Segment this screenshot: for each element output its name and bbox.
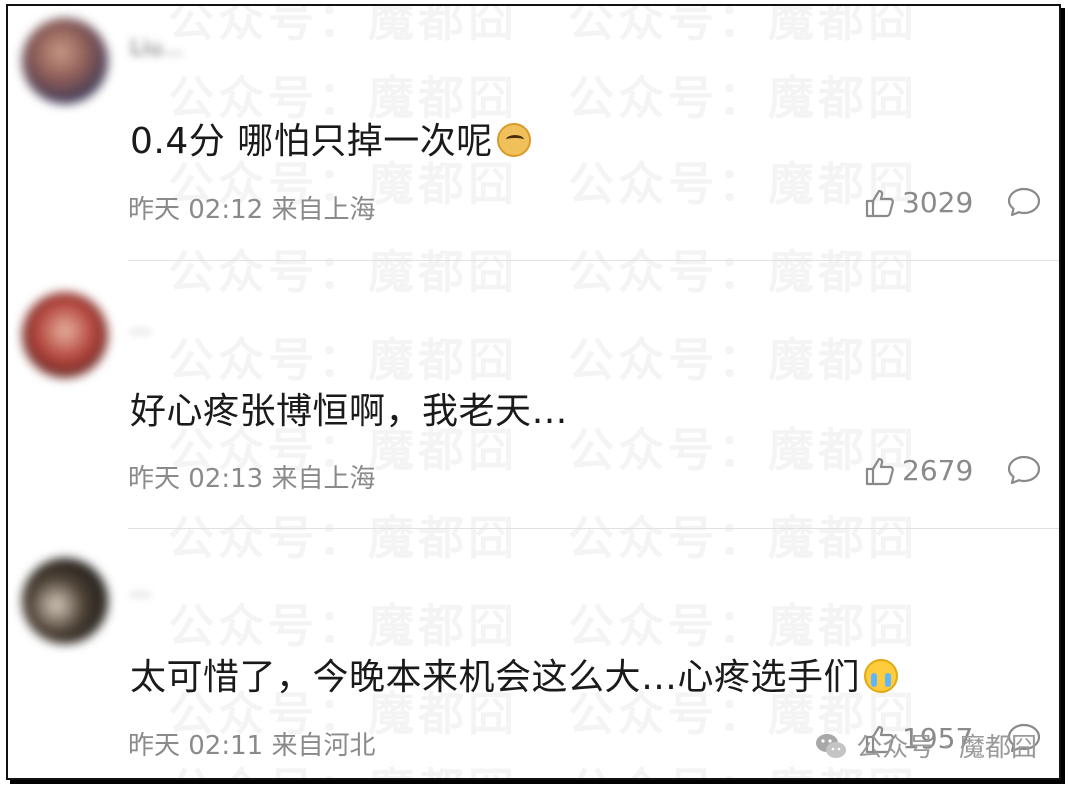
comment-meta: 昨天 02:13 来自上海 — [128, 458, 375, 495]
thumbs-up-icon — [865, 189, 894, 217]
reply-icon[interactable] — [1006, 186, 1042, 218]
divider — [128, 260, 1059, 261]
wechat-icon — [816, 733, 847, 758]
comment-text-content: 好心疼张博恒啊，我老天… — [130, 391, 569, 432]
comment-item: Liu... 0.4分 哪怕只掉一次呢 昨天 02:12 来自上海 3029 — [8, 6, 1059, 274]
reply-icon[interactable] — [1006, 454, 1042, 486]
username[interactable]: ... — [130, 577, 151, 602]
comment-time: 昨天 02:13 — [128, 464, 264, 494]
comment-text: 0.4分 哪怕只掉一次呢 — [130, 112, 531, 164]
thumbs-up-icon — [865, 457, 894, 485]
comment-time: 昨天 02:12 — [128, 195, 264, 225]
avatar[interactable] — [22, 558, 108, 644]
comment-location: 来自上海 — [271, 464, 376, 494]
avatar[interactable] — [22, 18, 108, 104]
comment-meta: 昨天 02:12 来自上海 — [128, 189, 375, 226]
comment-text: 好心疼张博恒啊，我老天… — [130, 382, 568, 434]
sad-dog-emoji-icon — [496, 123, 531, 157]
like-count: 2679 — [902, 454, 974, 487]
watermark-label: 公众号 · 魔都囧 — [856, 733, 1037, 763]
avatar[interactable] — [22, 292, 108, 378]
crying-emoji-icon — [864, 659, 899, 693]
username[interactable]: ... — [130, 314, 151, 339]
wechat-watermark: 公众号 · 魔都囧 — [814, 727, 1037, 764]
comment-location: 来自河北 — [271, 731, 376, 761]
comment-text-content: 太可惜了，今晚本来机会这么大…心疼选手们 — [130, 657, 861, 698]
like-button[interactable]: 3029 — [864, 186, 973, 219]
comment-text: 太可惜了，今晚本来机会这么大…心疼选手们 — [130, 648, 899, 700]
comment-time: 昨天 02:11 — [128, 731, 264, 761]
comment-location: 来自上海 — [271, 195, 376, 225]
like-count: 3029 — [902, 186, 974, 219]
comment-text-content: 0.4分 哪怕只掉一次呢 — [130, 121, 493, 162]
username[interactable]: Liu... — [130, 36, 183, 61]
divider — [128, 528, 1059, 529]
comment-item: ... 好心疼张博恒啊，我老天… 昨天 02:13 来自上海 2679 — [8, 274, 1059, 542]
comment-list-screenshot: 公众号：魔都囧 公众号：魔都囧 公众号：魔都囧 公众号：魔都囧 公众号：魔都囧 … — [6, 4, 1061, 780]
like-button[interactable]: 2679 — [864, 454, 973, 487]
comment-meta: 昨天 02:11 来自河北 — [128, 725, 375, 762]
